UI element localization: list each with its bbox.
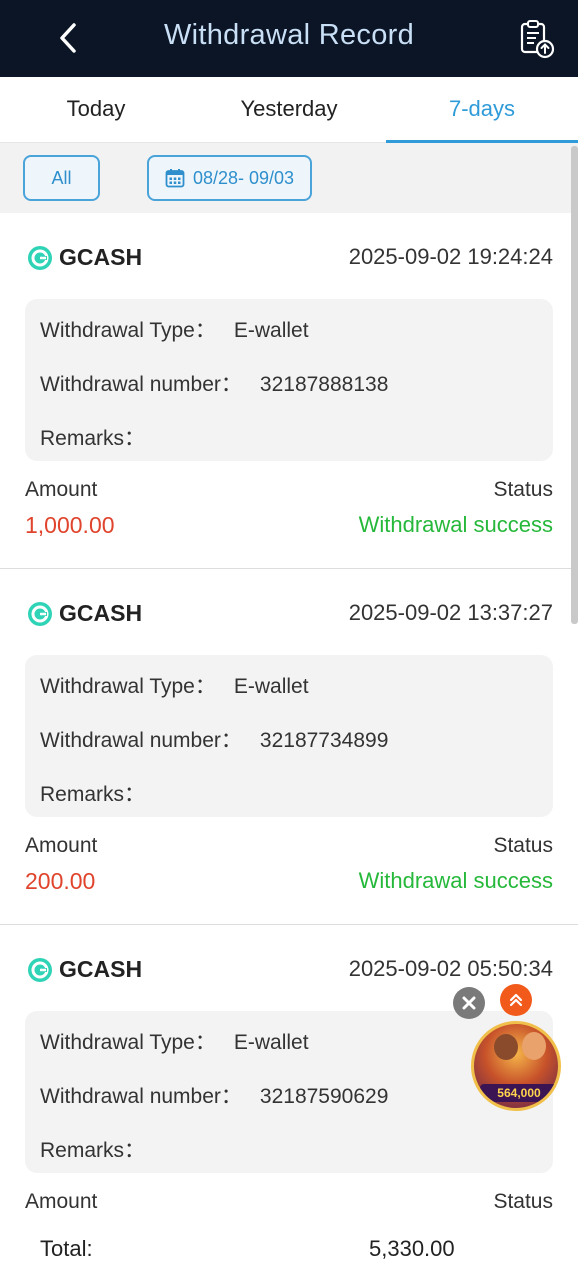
date-tabs: Today Yesterday 7-days (0, 77, 578, 143)
number-value: 32187734899 (259, 729, 389, 752)
clipboard-upload-icon (520, 20, 555, 59)
status-label: Status (493, 834, 553, 857)
type-value: E-wallet (233, 319, 309, 342)
withdrawal-record[interactable]: GCASH 2025-09-02 13:37:27 Withdrawal Typ… (0, 569, 578, 925)
filter-bar: All 08/28- 09/03 (0, 143, 578, 213)
date-range-label: 08/28- 09/03 (192, 167, 295, 188)
record-details: Withdrawal Type： E-wallet Withdrawal numb… (25, 1011, 553, 1173)
record-datetime: 2025-09-02 05:50:34 (348, 956, 553, 981)
type-label: Withdrawal Type： (40, 675, 216, 698)
record-datetime: 2025-09-02 13:37:27 (348, 600, 553, 625)
withdrawal-record[interactable]: GCASH 2025-09-02 19:24:24 Withdrawal Typ… (0, 213, 578, 569)
amount-value: 200.00 (25, 868, 96, 894)
type-label: Withdrawal Type： (40, 319, 216, 342)
date-range-button[interactable]: 08/28- 09/03 (147, 155, 312, 201)
total-value: 5,330.00 (369, 1236, 455, 1261)
tab-7-days[interactable]: 7-days (386, 77, 578, 143)
number-label: Withdrawal number： (40, 373, 242, 396)
promo-banner[interactable]: 564,000 (471, 1021, 561, 1111)
status-value: Withdrawal success (358, 868, 553, 893)
amount-label: Amount (25, 834, 98, 857)
tab-today[interactable]: Today (0, 77, 192, 143)
type-label: Withdrawal Type： (40, 1031, 216, 1054)
amount-value: 1,000.00 (25, 512, 115, 538)
tab-yesterday[interactable]: Yesterday (193, 77, 385, 143)
number-label: Withdrawal number： (40, 729, 242, 752)
app-header: Withdrawal Record (0, 0, 578, 77)
gcash-logo-icon (28, 245, 52, 270)
number-value: 32187888138 (259, 373, 389, 396)
promo-character (522, 1032, 546, 1060)
scroll-top-button[interactable] (500, 984, 532, 1016)
page-title: Withdrawal Record (163, 19, 415, 51)
record-datetime: 2025-09-02 19:24:24 (348, 244, 553, 269)
provider-name: GCASH (59, 244, 143, 270)
promo-character (494, 1034, 518, 1060)
provider: GCASH (27, 956, 142, 983)
provider-name: GCASH (59, 600, 143, 626)
provider-name: GCASH (59, 956, 143, 982)
record-details: Withdrawal Type： E-wallet Withdrawal numb… (25, 299, 553, 461)
number-value: 32187590629 (259, 1085, 389, 1108)
double-chevron-up-icon (509, 993, 523, 1007)
type-value: E-wallet (233, 1031, 309, 1054)
status-label: Status (493, 1190, 553, 1213)
total-bar: Total: 5,330.00 (0, 1225, 578, 1280)
remarks-label: Remarks： (40, 783, 146, 806)
filter-all-button[interactable]: All (23, 155, 100, 201)
remarks-label: Remarks： (40, 1139, 146, 1162)
remarks-label: Remarks： (40, 427, 146, 450)
number-label: Withdrawal number： (40, 1085, 242, 1108)
amount-label: Amount (25, 478, 98, 501)
status-label: Status (493, 478, 553, 501)
gcash-logo-icon (28, 957, 52, 982)
history-export-button[interactable] (514, 17, 558, 61)
provider: GCASH (27, 244, 142, 271)
calendar-icon (165, 169, 185, 188)
total-label: Total: (40, 1236, 93, 1261)
record-details: Withdrawal Type： E-wallet Withdrawal numb… (25, 655, 553, 817)
filter-all-label: All (51, 167, 72, 188)
promo-badge: 564,000 (480, 1084, 558, 1102)
status-value: Withdrawal success (358, 512, 553, 537)
close-icon (462, 996, 476, 1010)
gcash-logo-icon (28, 601, 52, 626)
provider: GCASH (27, 600, 142, 627)
amount-label: Amount (25, 1190, 98, 1213)
type-value: E-wallet (233, 675, 309, 698)
scrollbar[interactable] (571, 146, 578, 624)
close-promo-button[interactable] (453, 987, 485, 1019)
